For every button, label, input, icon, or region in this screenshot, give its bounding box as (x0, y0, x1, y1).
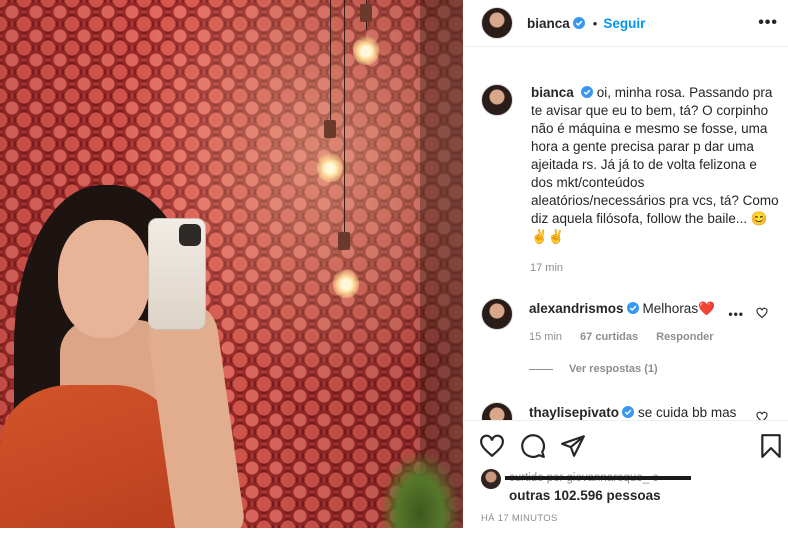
comment-time[interactable]: 15 min (529, 331, 562, 343)
person-face (58, 220, 150, 338)
phone-camera (179, 224, 201, 246)
redaction-bar (505, 476, 691, 480)
comment-item: thaylisepivato se cuida bb mas (481, 402, 736, 420)
person-top (0, 385, 175, 528)
comment-body: thaylisepivato se cuida bb mas (529, 402, 736, 420)
post-header: bianca • Seguir ••• (463, 0, 788, 47)
bulb-socket (360, 4, 372, 22)
posted-time[interactable]: HÁ 17 MINUTOS (481, 513, 558, 524)
bulb-wire (330, 0, 331, 125)
image-wall-edge (420, 0, 463, 528)
likes-summary[interactable]: curtido por giovannaroque_ e outras 102.… (481, 469, 691, 505)
comment-meta: 15 min 67 curtidas Responder (529, 331, 714, 343)
caption-avatar[interactable] (481, 84, 513, 116)
bulb-socket (338, 232, 350, 250)
author-username[interactable]: bianca (527, 16, 570, 31)
commenter-username[interactable]: alexandrismos (529, 301, 624, 316)
commenter-username[interactable]: thaylisepivato (529, 405, 619, 420)
post-actions: curtido por giovannaroque_ e outras 102.… (463, 420, 788, 538)
author-avatar[interactable] (481, 7, 513, 39)
verified-badge-icon (580, 86, 593, 98)
caption-username[interactable]: bianca (531, 85, 574, 100)
commenter-avatar[interactable] (481, 402, 513, 420)
comments-panel[interactable]: bianca oi, minha rosa. Passando pra te av… (463, 48, 788, 420)
verified-badge-icon (626, 302, 639, 314)
separator-dot: • (592, 15, 598, 31)
heart-icon[interactable] (479, 433, 505, 459)
bottom-edge (0, 528, 788, 538)
bulb-wire (344, 0, 345, 235)
comment-likes[interactable]: 67 curtidas (580, 331, 638, 343)
comment-text: Melhoras❤️ (642, 301, 715, 316)
view-replies-label: Ver respostas (1) (569, 363, 658, 375)
others-count[interactable]: outras 102.596 pessoas (509, 488, 661, 503)
verified-badge-icon (572, 17, 585, 29)
more-options-button[interactable]: ••• (758, 14, 778, 32)
likes-text: curtido por giovannaroque_ e outras 102.… (509, 469, 661, 505)
bulb-socket (324, 120, 336, 138)
caption-time[interactable]: 17 min (530, 262, 563, 274)
comment-like-heart-icon[interactable] (756, 307, 768, 319)
replies-line (529, 368, 553, 370)
comment-options-button[interactable]: ••• (728, 307, 744, 321)
verified-badge-icon (622, 406, 635, 418)
bookmark-icon[interactable] (758, 433, 784, 459)
light-bulb (333, 268, 359, 298)
reply-button[interactable]: Responder (656, 331, 713, 343)
post-image[interactable] (0, 0, 463, 528)
caption: bianca oi, minha rosa. Passando pra te av… (481, 84, 781, 246)
liker-avatar[interactable] (481, 469, 501, 489)
view-replies-button[interactable]: Ver respostas (1) (529, 363, 658, 375)
commenter-avatar[interactable] (481, 298, 513, 330)
plant (380, 450, 460, 528)
comment-text: se cuida bb mas (638, 405, 737, 420)
caption-text-block: bianca oi, minha rosa. Passando pra te av… (531, 84, 781, 246)
send-icon[interactable] (560, 433, 586, 459)
caption-text: oi, minha rosa. Passando pra te avisar q… (531, 85, 779, 244)
light-bulb (353, 35, 379, 65)
comment-like-heart-icon[interactable] (756, 411, 768, 420)
comment-item: alexandrismos Melhoras❤️ (481, 298, 715, 330)
comment-icon[interactable] (520, 433, 546, 459)
follow-button[interactable]: Seguir (603, 16, 645, 31)
phone (148, 218, 206, 330)
comment-body: alexandrismos Melhoras❤️ (529, 298, 715, 330)
light-bulb (317, 152, 343, 182)
